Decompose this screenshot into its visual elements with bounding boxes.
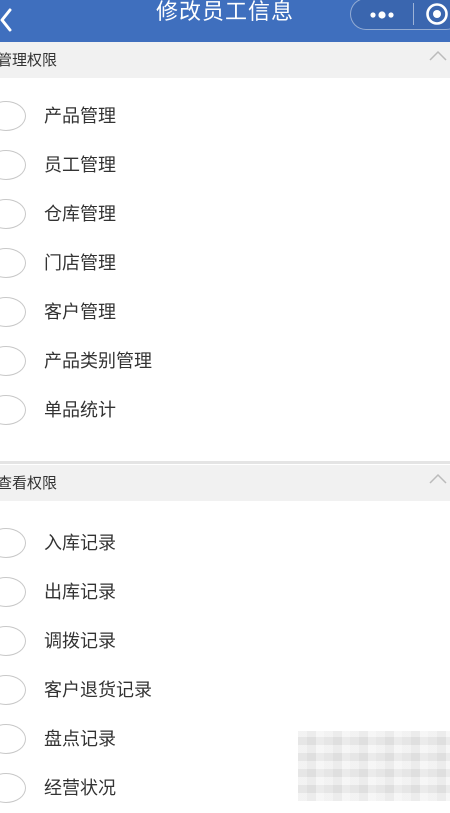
list-item[interactable]: 入库记录 xyxy=(0,519,450,568)
list-item[interactable]: 客户退货记录 xyxy=(0,666,450,715)
radio-button[interactable] xyxy=(0,395,26,425)
nav-bar: 修改员工信息 xyxy=(0,0,450,42)
list-item-label: 调拨记录 xyxy=(44,631,116,652)
target-close-icon[interactable] xyxy=(425,2,449,26)
list-item-label: 产品类别管理 xyxy=(44,351,152,372)
section-title: 查看权限 xyxy=(0,474,58,492)
list-item-label: 出库记录 xyxy=(44,582,116,603)
radio-button[interactable] xyxy=(0,101,26,131)
radio-button[interactable] xyxy=(0,724,26,754)
mini-program-capsule xyxy=(350,0,450,30)
list-item[interactable]: 单品统计 xyxy=(0,386,450,435)
capsule-divider xyxy=(413,3,414,25)
list-item[interactable]: 产品类别管理 xyxy=(0,337,450,386)
list-item[interactable]: 员工管理 xyxy=(0,141,450,190)
list-item-label: 经营状况 xyxy=(44,778,116,799)
list-item[interactable]: 产品管理 xyxy=(0,92,450,141)
chevron-up-icon[interactable] xyxy=(428,471,448,485)
list-item-label: 客户管理 xyxy=(44,302,116,323)
list-item[interactable]: 客户管理 xyxy=(0,288,450,337)
list-item-label: 客户退货记录 xyxy=(44,680,152,701)
radio-button[interactable] xyxy=(0,773,26,803)
list-item-label: 仓库管理 xyxy=(44,204,116,225)
list-item-label: 产品管理 xyxy=(44,106,116,127)
more-dots-icon[interactable] xyxy=(367,5,397,23)
list-item-label: 门店管理 xyxy=(44,253,116,274)
list-item-label: 员工管理 xyxy=(44,155,116,176)
radio-button[interactable] xyxy=(0,577,26,607)
list-item-label: 入库记录 xyxy=(44,533,116,554)
section-header-view[interactable]: 查看权限 xyxy=(0,465,450,501)
radio-button[interactable] xyxy=(0,346,26,376)
list-item[interactable]: 门店管理 xyxy=(0,239,450,288)
radio-button[interactable] xyxy=(0,675,26,705)
list-item-label: 单品统计 xyxy=(44,400,116,421)
list-item[interactable]: 仓库管理 xyxy=(0,190,450,239)
list-item[interactable]: 调拨记录 xyxy=(0,617,450,666)
section-header-manage[interactable]: 管理权限 xyxy=(0,42,450,78)
radio-button[interactable] xyxy=(0,150,26,180)
radio-button[interactable] xyxy=(0,248,26,278)
radio-button[interactable] xyxy=(0,626,26,656)
list-item-label: 盘点记录 xyxy=(44,729,116,750)
radio-button[interactable] xyxy=(0,528,26,558)
radio-button[interactable] xyxy=(0,297,26,327)
section-title: 管理权限 xyxy=(0,51,58,69)
chevron-up-icon[interactable] xyxy=(428,48,448,62)
watermark-blur xyxy=(298,731,450,801)
list-item[interactable]: 出库记录 xyxy=(0,568,450,617)
section-divider xyxy=(0,461,450,464)
radio-button[interactable] xyxy=(0,199,26,229)
